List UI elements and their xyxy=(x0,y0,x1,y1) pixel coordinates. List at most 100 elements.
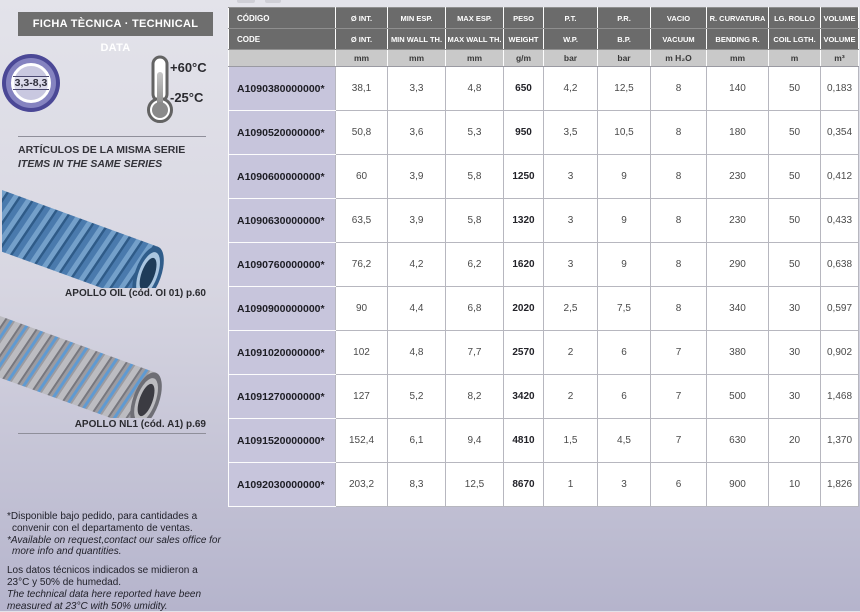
value-cell: 6,1 xyxy=(388,419,446,463)
value-cell: 4,4 xyxy=(388,287,446,331)
col-header-en: Ø INT. xyxy=(336,29,388,50)
value-cell: 6,2 xyxy=(446,243,504,287)
value-cell: 50,8 xyxy=(336,111,388,155)
value-cell: 60 xyxy=(336,155,388,199)
code-cell: A1090900000000* xyxy=(229,287,336,331)
units-row: mm mm mm g/m bar bar m H₂O mm m m³ xyxy=(229,50,859,67)
table-row: A1090760000000*76,24,26,21620398290500,6… xyxy=(229,243,859,287)
value-cell: 3 xyxy=(544,155,598,199)
col-header-es: P.T. xyxy=(544,8,598,29)
cropped-graphic xyxy=(265,0,281,3)
value-cell: 8 xyxy=(651,67,707,111)
value-cell: 50 xyxy=(769,243,821,287)
table-row: A1090630000000*63,53,95,81320398230500,4… xyxy=(229,199,859,243)
series-heading-es: ARTÍCULOS DE LA MISMA SERIE xyxy=(18,144,185,156)
value-cell: 4,2 xyxy=(544,67,598,111)
value-cell: 127 xyxy=(336,375,388,419)
value-cell: 1,5 xyxy=(544,419,598,463)
value-cell: 0,412 xyxy=(821,155,859,199)
value-cell: 4810 xyxy=(504,419,544,463)
divider xyxy=(18,136,206,137)
value-cell: 3 xyxy=(544,199,598,243)
value-cell: 7,7 xyxy=(446,331,504,375)
value-cell: 3 xyxy=(598,463,651,507)
value-cell: 340 xyxy=(707,287,769,331)
value-cell: 9 xyxy=(598,155,651,199)
value-cell: 630 xyxy=(707,419,769,463)
value-cell: 2 xyxy=(544,375,598,419)
value-cell: 6,8 xyxy=(446,287,504,331)
value-cell: 1,826 xyxy=(821,463,859,507)
table-row: A1090600000000*603,95,81250398230500,412 xyxy=(229,155,859,199)
value-cell: 4,8 xyxy=(446,67,504,111)
col-header-en: WEIGHT xyxy=(504,29,544,50)
value-cell: 63,5 xyxy=(336,199,388,243)
value-cell: 50 xyxy=(769,111,821,155)
value-cell: 1620 xyxy=(504,243,544,287)
divider xyxy=(18,433,206,434)
unit-cell: mm xyxy=(707,50,769,67)
value-cell: 500 xyxy=(707,375,769,419)
value-cell: 0,183 xyxy=(821,67,859,111)
value-cell: 50 xyxy=(769,155,821,199)
value-cell: 12,5 xyxy=(598,67,651,111)
value-cell: 8,3 xyxy=(388,463,446,507)
unit-cell: mm xyxy=(446,50,504,67)
value-cell: 76,2 xyxy=(336,243,388,287)
value-cell: 9 xyxy=(598,243,651,287)
table-row: A1090520000000*50,83,65,39503,510,581805… xyxy=(229,111,859,155)
value-cell: 10,5 xyxy=(598,111,651,155)
value-cell: 3,6 xyxy=(388,111,446,155)
value-cell: 0,902 xyxy=(821,331,859,375)
col-header-es: VACIO xyxy=(651,8,707,29)
col-header-es: MIN ESP. xyxy=(388,8,446,29)
code-cell: A1090520000000* xyxy=(229,111,336,155)
col-header-en: COIL LGTH. xyxy=(769,29,821,50)
value-cell: 230 xyxy=(707,199,769,243)
wall-thickness-range: 3,3-8,3 xyxy=(13,76,50,90)
value-cell: 9 xyxy=(598,199,651,243)
code-cell: A1092030000000* xyxy=(229,463,336,507)
value-cell: 30 xyxy=(769,331,821,375)
series-heading-en: ITEMS IN THE SAME SERIES xyxy=(18,158,162,170)
col-header-es: R. CURVATURA xyxy=(707,8,769,29)
value-cell: 102 xyxy=(336,331,388,375)
col-header-es: PESO xyxy=(504,8,544,29)
code-cell: A1090630000000* xyxy=(229,199,336,243)
table-row: A1091520000000*152,46,19,448101,54,57630… xyxy=(229,419,859,463)
value-cell: 8 xyxy=(651,155,707,199)
footnotes: *Disponible bajo pedido, para cantidades… xyxy=(7,511,221,612)
value-cell: 0,638 xyxy=(821,243,859,287)
table-row: A1090380000000*38,13,34,86504,212,581405… xyxy=(229,67,859,111)
value-cell: 6 xyxy=(651,463,707,507)
value-cell: 2,5 xyxy=(544,287,598,331)
col-header-es: LG. ROLLO xyxy=(769,8,821,29)
value-cell: 650 xyxy=(504,67,544,111)
value-cell: 9,4 xyxy=(446,419,504,463)
col-header-en: VACUUM xyxy=(651,29,707,50)
col-header-es: VOLUME xyxy=(821,8,859,29)
code-cell: A1091520000000* xyxy=(229,419,336,463)
value-cell: 30 xyxy=(769,375,821,419)
unit-cell: m xyxy=(769,50,821,67)
unit-cell: g/m xyxy=(504,50,544,67)
related-item-caption-apollo-nl1: APOLLO NL1 (cód. A1) p.69 xyxy=(0,419,206,430)
hose-image-apollo-oil xyxy=(2,176,210,288)
value-cell: 30 xyxy=(769,287,821,331)
value-cell: 1,370 xyxy=(821,419,859,463)
unit-cell: bar xyxy=(544,50,598,67)
cropped-graphic xyxy=(237,0,255,3)
value-cell: 0,433 xyxy=(821,199,859,243)
value-cell: 0,597 xyxy=(821,287,859,331)
code-cell: A1090600000000* xyxy=(229,155,336,199)
header-row-es: CÓDIGO Ø INT. MIN ESP. MAX ESP. PESO P.T… xyxy=(229,8,859,29)
value-cell: 8 xyxy=(651,287,707,331)
value-cell: 7,5 xyxy=(598,287,651,331)
value-cell: 7 xyxy=(651,331,707,375)
code-cell: A1090760000000* xyxy=(229,243,336,287)
unit-cell: bar xyxy=(598,50,651,67)
unit-cell xyxy=(229,50,336,67)
col-header-en: BENDING R. xyxy=(707,29,769,50)
technical-data-table: CÓDIGO Ø INT. MIN ESP. MAX ESP. PESO P.T… xyxy=(228,7,859,507)
value-cell: 8 xyxy=(651,111,707,155)
